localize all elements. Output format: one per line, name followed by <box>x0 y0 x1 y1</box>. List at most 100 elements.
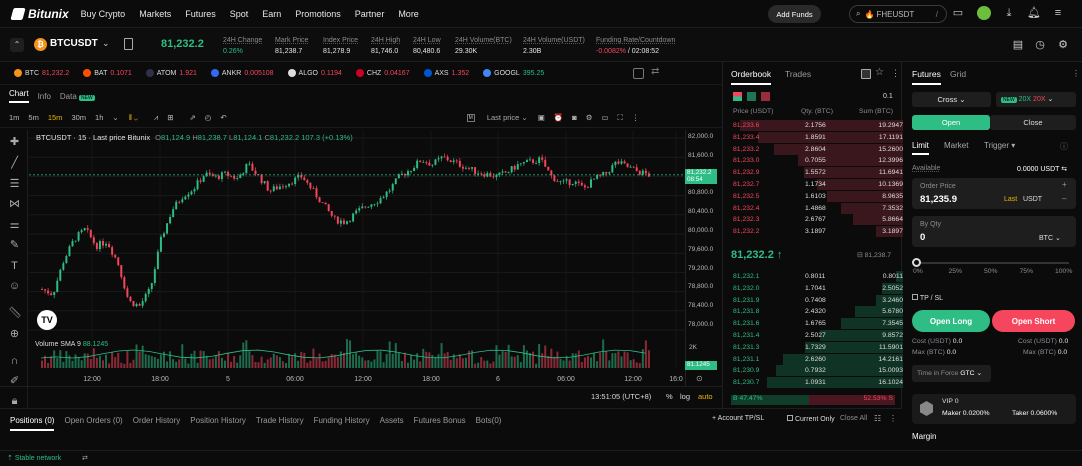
asks-row[interactable]: 81,232.2 3.1897 3.1897 <box>731 226 903 238</box>
settings-icon[interactable]: ⚙ <box>1057 39 1069 51</box>
settings-icon[interactable]: ⇄ <box>82 454 88 462</box>
marquee-item[interactable]: AXS 1.352 <box>423 69 469 77</box>
asks-row[interactable]: 81,233.2 2.8604 15.2600 <box>731 143 903 155</box>
tab-grid[interactable]: Grid <box>950 69 966 79</box>
edit-icon[interactable]: ⇗ <box>190 113 196 122</box>
pattern-icon[interactable]: ⋈ <box>8 198 21 211</box>
document-icon[interactable] <box>124 38 133 50</box>
snapshot-icon[interactable]: ◙ <box>572 113 577 122</box>
candle-type-icon[interactable]: ⫴ ⌄ <box>129 113 138 123</box>
close-all-button[interactable]: Close All <box>840 415 867 422</box>
tradingview-logo[interactable]: TV <box>37 310 57 330</box>
timeframe-1m[interactable]: 1m <box>9 113 19 122</box>
zoom-icon[interactable]: ⊕ <box>8 328 21 341</box>
nav-spot[interactable]: Spot <box>230 9 249 19</box>
bids-view-icon[interactable] <box>747 92 756 101</box>
asks-row[interactable]: 81,233.4 1.8591 17.1191 <box>731 131 903 143</box>
compare-icon[interactable]: ⊞ <box>167 113 173 122</box>
brand-logo[interactable]: Bitunix <box>10 7 69 21</box>
marquee-item[interactable]: BTC 81,232.2 <box>14 69 69 77</box>
bids-row[interactable]: 81,231.3 1.7329 11.5901 <box>731 341 903 353</box>
auto-toggle[interactable]: auto <box>698 392 713 401</box>
percent-toggle[interactable]: % <box>666 392 673 401</box>
list-settings-icon[interactable]: ☷ <box>874 414 881 423</box>
timeframe-15m[interactable]: 15m <box>48 113 63 122</box>
open-short-button[interactable]: Open Short <box>992 310 1075 332</box>
swap-icon[interactable]: ⇄ <box>651 66 659 77</box>
price-chart[interactable]: 12:00 18:00 5 06:00 12:00 18:00 6 06:00 12:00 16:… <box>29 130 685 386</box>
expand-icon[interactable]: M <box>466 113 475 122</box>
open-long-button[interactable]: Open Long <box>912 310 990 332</box>
log-toggle[interactable]: log <box>680 392 690 401</box>
close-tab[interactable]: Close <box>990 115 1076 130</box>
bids-row[interactable]: 81,231.9 0.7408 3.2460 <box>731 294 903 306</box>
minus-icon[interactable]: – <box>1062 194 1066 203</box>
slider-mark[interactable]: 25% <box>949 268 963 275</box>
order-type-trigger[interactable]: Trigger ▾ <box>984 141 1015 150</box>
bids-row[interactable]: 81,232.1 0.8011 0.8011 <box>731 271 903 282</box>
asks-view-icon[interactable] <box>761 92 770 101</box>
download-icon[interactable]: ⤓ <box>1003 7 1015 19</box>
info-icon[interactable]: ⓘ <box>1060 141 1068 152</box>
screens-icon[interactable]: ▭ <box>601 113 608 122</box>
nav-earn[interactable]: Earn <box>262 9 281 19</box>
tab-futures[interactable]: Futures <box>912 69 941 85</box>
slider-mark[interactable]: 100% <box>1055 268 1072 275</box>
nav-partner[interactable]: Partner <box>355 9 385 19</box>
ruler-icon[interactable]: 📏︎ <box>8 307 22 320</box>
bids-row[interactable]: 81,231.6 1.6765 7.3545 <box>731 318 903 330</box>
nav-futures[interactable]: Futures <box>185 9 216 19</box>
wallet-icon[interactable]: ▭ <box>952 7 964 19</box>
tab-chart[interactable]: Chart <box>9 89 29 103</box>
marquee-item[interactable]: ATOM 1.921 <box>145 69 197 77</box>
nav-more[interactable]: More <box>398 9 419 19</box>
tab-info[interactable]: Info <box>38 92 51 101</box>
slider-mark[interactable]: 50% <box>984 268 998 275</box>
tab-orderbook[interactable]: Orderbook <box>731 69 772 85</box>
trendline-icon[interactable]: ╱ <box>8 157 21 170</box>
add-funds-button[interactable]: Add Funds <box>768 5 821 23</box>
orderbook-layout-icon[interactable] <box>861 69 871 79</box>
more-icon[interactable]: ⋮ <box>632 113 640 122</box>
bids-row[interactable]: 81,230.7 1.0931 16.1024 <box>731 377 903 389</box>
bids-row[interactable]: 81,231.8 2.4320 5.6780 <box>731 306 903 318</box>
bids-row[interactable]: 81,231.4 2.5027 9.8572 <box>731 330 903 341</box>
chat-icon[interactable]: ▣ <box>538 113 545 122</box>
bell-icon[interactable]: 🔔︎ <box>1027 7 1041 19</box>
collapse-icon[interactable]: ⌃ <box>10 38 24 52</box>
timeframe-30m[interactable]: 30m <box>71 113 86 122</box>
emoji-icon[interactable]: ☺ <box>8 280 21 293</box>
price-type-select[interactable]: Last price ⌄ <box>487 113 528 122</box>
marquee-item[interactable]: CHZ 0.04167 <box>355 69 410 77</box>
account-tpsl[interactable]: + Account TP/SL <box>712 415 764 422</box>
more-icon[interactable]: ⋮ <box>1072 69 1080 78</box>
crosshair-icon[interactable]: ✚ <box>8 136 21 149</box>
depth-view-toggle[interactable] <box>733 92 770 101</box>
calculator-icon[interactable]: ▤ <box>1012 39 1024 51</box>
goto-realtime-icon[interactable]: ⊙ <box>696 374 703 383</box>
bottom-tab-1[interactable]: Open Orders (0) <box>64 416 122 425</box>
qty-input[interactable]: By Qty 0 BTC ⌄ <box>912 216 1076 247</box>
asks-row[interactable]: 81,232.7 1.1734 10.1369 <box>731 179 903 190</box>
precision-select[interactable]: 0.1 <box>883 93 893 100</box>
brush-icon[interactable]: ✎ <box>8 239 21 252</box>
slider-mark[interactable]: 0% <box>913 268 923 275</box>
order-price-input[interactable]: Order Price 81,235.9 Last USDT + – <box>912 178 1076 209</box>
size-slider[interactable] <box>916 262 1069 264</box>
more-icon[interactable]: ⋮ <box>891 68 900 79</box>
marquee-item[interactable]: GOOGL 395.25 <box>483 69 544 77</box>
bottom-tab-6[interactable]: Assets <box>380 416 404 425</box>
text-icon[interactable]: T <box>8 260 21 273</box>
history-icon[interactable]: ◴ <box>205 113 212 122</box>
indicators-icon[interactable]: ⩘ <box>154 113 158 123</box>
tab-data[interactable]: Data NEW <box>60 92 95 101</box>
last-price-button[interactable]: Last <box>1004 196 1017 203</box>
bottom-tab-5[interactable]: Funding History <box>314 416 370 425</box>
bottom-tab-3[interactable]: Position History <box>190 416 246 425</box>
nav-promotions[interactable]: Promotions <box>295 9 341 19</box>
tpsl-checkbox[interactable]: TP / SL <box>912 294 943 302</box>
fullscreen-icon[interactable]: ⛶ <box>618 113 623 123</box>
asks-row[interactable]: 81,233.6 2.1756 19.2947 <box>731 120 903 131</box>
leverage-select[interactable]: NEW 20X 20X ⌄ <box>996 92 1076 107</box>
asks-row[interactable]: 81,232.3 2.6767 5.8664 <box>731 214 903 226</box>
